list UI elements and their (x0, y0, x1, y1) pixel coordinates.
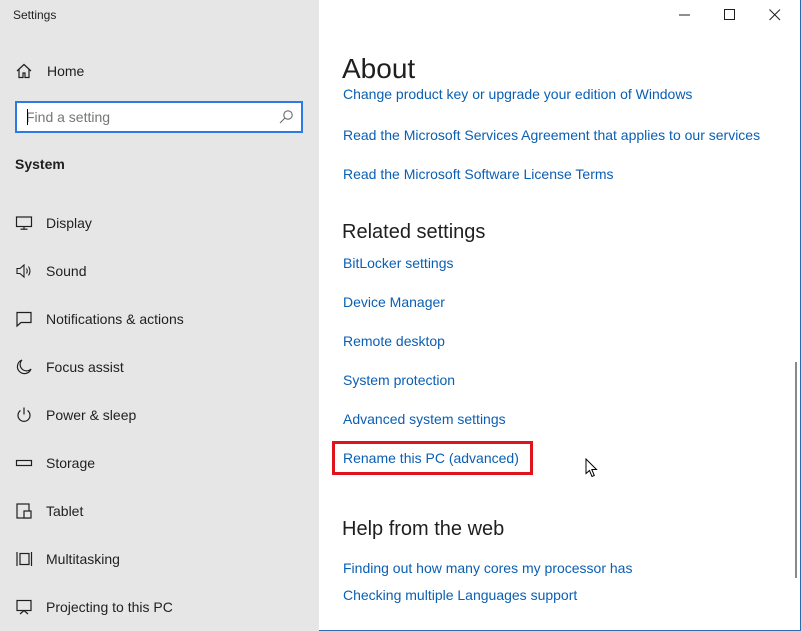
link-text: Change product key or upgrade your editi… (343, 88, 693, 102)
notifications-icon (16, 311, 32, 328)
page-title: About (342, 53, 416, 84)
change-product-key-link[interactable]: Change product key or upgrade your editi… (343, 88, 692, 102)
sidebar-item-multitasking[interactable]: Multitasking (0, 535, 319, 583)
sidebar-item-storage[interactable]: Storage (0, 439, 319, 487)
search-box[interactable] (15, 101, 303, 133)
sound-icon (16, 263, 31, 279)
sidebar-item-label: Multitasking (46, 551, 120, 567)
sidebar-item-label: Notifications & actions (46, 311, 184, 327)
sidebar-item-label: Tablet (46, 503, 84, 519)
text-caret (27, 109, 28, 125)
device-manager-link[interactable]: Device Manager (343, 294, 445, 310)
mouse-cursor-icon (585, 458, 598, 478)
minimize-icon (679, 14, 690, 16)
highlight-box (332, 441, 533, 475)
minimize-button[interactable] (662, 0, 708, 30)
related-settings-heading: Related settings (342, 221, 486, 243)
search-icon[interactable] (278, 109, 294, 125)
languages-support-link[interactable]: Checking multiple Languages support (343, 587, 577, 603)
sidebar-item-display[interactable]: Display (0, 199, 319, 247)
close-icon (769, 9, 781, 21)
projecting-icon (16, 599, 32, 615)
app-title: Settings (13, 8, 57, 22)
sidebar-item-label: Projecting to this PC (46, 599, 173, 615)
sidebar-item-sound[interactable]: Sound (0, 247, 319, 295)
maximize-icon (724, 9, 735, 20)
home-icon (16, 63, 32, 79)
sidebar-item-label: Display (46, 215, 92, 231)
section-title: System (15, 156, 65, 172)
sidebar-item-projecting[interactable]: Projecting to this PC (0, 583, 319, 631)
sidebar-item-power-sleep[interactable]: Power & sleep (0, 391, 319, 439)
license-terms-link[interactable]: Read the Microsoft Software License Term… (343, 166, 614, 182)
scrollbar-thumb[interactable] (795, 362, 797, 578)
power-icon (17, 407, 31, 422)
sidebar-item-tablet[interactable]: Tablet (0, 487, 319, 535)
remote-desktop-link[interactable]: Remote desktop (343, 333, 445, 349)
sidebar-item-focus-assist[interactable]: Focus assist (0, 343, 319, 391)
tablet-icon (16, 503, 32, 519)
multitasking-icon (16, 552, 33, 566)
cores-processor-link[interactable]: Finding out how many cores my processor … (343, 560, 632, 576)
sidebar-item-home[interactable]: Home (0, 54, 319, 88)
sidebar-item-label: Focus assist (46, 359, 124, 375)
advanced-system-settings-link[interactable]: Advanced system settings (343, 411, 506, 427)
sidebar-item-label: Storage (46, 455, 96, 471)
search-input[interactable] (17, 103, 275, 131)
help-from-web-heading: Help from the web (342, 518, 505, 540)
display-icon (15, 216, 33, 230)
sidebar-item-label: Power & sleep (46, 407, 137, 423)
moon-icon (16, 359, 32, 375)
sidebar-item-label: Sound (46, 263, 87, 279)
sidebar: Settings Home System (0, 0, 319, 631)
maximize-button[interactable] (707, 0, 753, 30)
services-agreement-link[interactable]: Read the Microsoft Services Agreement th… (343, 127, 760, 143)
sidebar-item-notifications[interactable]: Notifications & actions (0, 295, 319, 343)
system-protection-link[interactable]: System protection (343, 372, 455, 388)
settings-window: Settings Home System (0, 0, 801, 631)
sidebar-nav: Display Sound Notifications & actions Fo… (0, 199, 319, 631)
sidebar-item-label: Home (47, 63, 85, 79)
bitlocker-settings-link[interactable]: BitLocker settings (343, 255, 454, 271)
storage-icon (15, 459, 33, 467)
